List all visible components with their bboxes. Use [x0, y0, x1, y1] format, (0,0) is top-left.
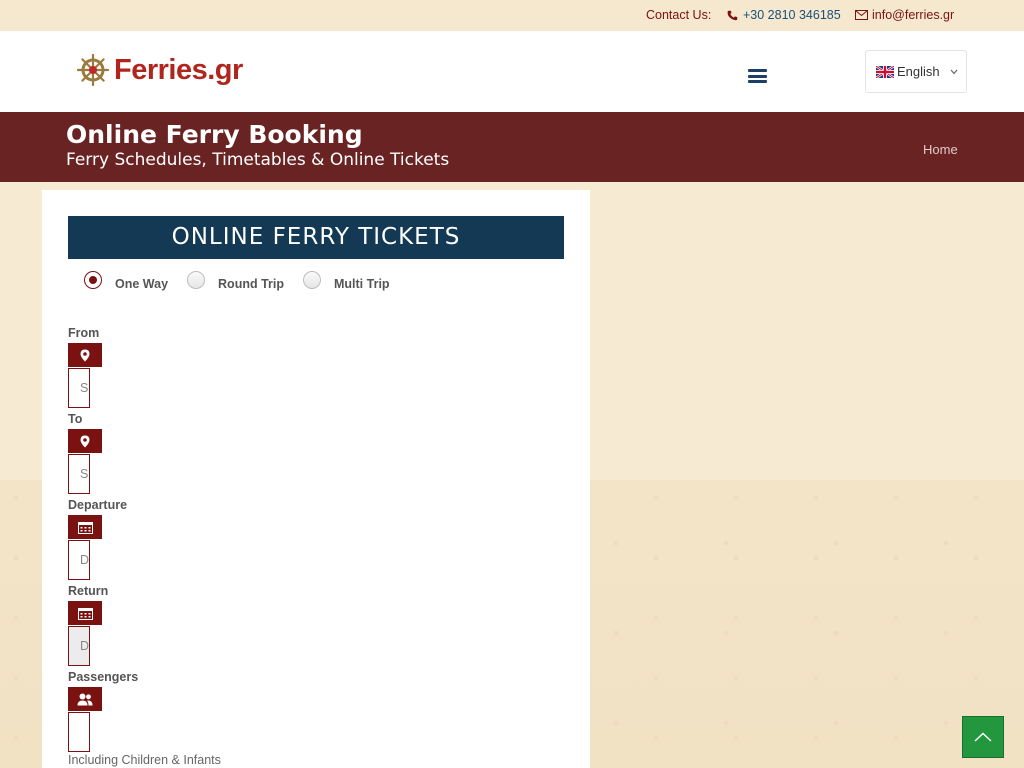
radio-multi-trip[interactable]: Multi Trip — [303, 271, 390, 291]
site-header: Ferries.gr English — [0, 31, 1024, 112]
language-selector[interactable]: English — [865, 50, 967, 93]
radio-round-trip[interactable]: Round Trip — [187, 271, 284, 291]
map-marker-icon — [80, 349, 90, 361]
ship-wheel-icon — [76, 53, 110, 87]
booking-heading: ONLINE FERRY TICKETS — [68, 216, 564, 259]
passengers-input[interactable] — [68, 712, 90, 752]
top-contact-bar: Contact Us: +30 2810 346185 info@ferries… — [0, 0, 1024, 31]
contact-label: Contact Us: — [646, 8, 712, 22]
page-subtitle: Ferry Schedules, Timetables & Online Tic… — [66, 150, 450, 170]
chevron-down-icon — [950, 69, 958, 74]
site-logo[interactable]: Ferries.gr — [76, 53, 243, 87]
phone-link[interactable]: +30 2810 346185 — [727, 8, 841, 22]
breadcrumb-home[interactable]: Home — [923, 142, 958, 157]
to-marker-button[interactable] — [68, 429, 102, 453]
phone-icon — [727, 10, 738, 20]
radio-button[interactable] — [303, 271, 321, 289]
email-address: info@ferries.gr — [872, 8, 955, 22]
return-calendar-button[interactable] — [68, 601, 102, 625]
back-to-top-button[interactable] — [962, 716, 1004, 758]
page-title: Online Ferry Booking — [66, 120, 363, 149]
from-label: From — [68, 326, 100, 340]
hamburger-menu-icon[interactable] — [748, 69, 767, 83]
passengers-button[interactable] — [68, 687, 102, 711]
radio-button[interactable] — [84, 271, 102, 289]
booking-panel: ONLINE FERRY TICKETS One Way Round Trip … — [42, 190, 590, 768]
passengers-label: Passengers — [68, 670, 139, 684]
radio-label: One Way — [115, 277, 169, 291]
calendar-icon — [77, 607, 93, 620]
email-link[interactable]: info@ferries.gr — [855, 8, 954, 22]
to-input[interactable]: S — [68, 454, 90, 494]
from-marker-button[interactable] — [68, 343, 102, 367]
radio-label: Multi Trip — [334, 277, 390, 291]
radio-button[interactable] — [187, 271, 206, 289]
page-banner: Online Ferry Booking Ferry Schedules, Ti… — [0, 112, 1024, 182]
chevron-up-icon — [974, 732, 992, 742]
from-input[interactable]: S — [68, 368, 90, 408]
envelope-icon — [855, 10, 868, 20]
departure-label: Departure — [68, 498, 128, 512]
uk-flag-icon — [876, 65, 894, 78]
departure-calendar-button[interactable] — [68, 515, 102, 539]
passengers-note: Including Children & Infants — [68, 753, 221, 767]
trip-type-group: One Way Round Trip Multi Trip — [84, 271, 409, 291]
to-label: To — [68, 412, 83, 426]
calendar-icon — [77, 521, 93, 534]
users-icon — [77, 693, 93, 705]
phone-number: +30 2810 346185 — [743, 8, 841, 22]
radio-one-way[interactable]: One Way — [84, 271, 169, 291]
map-marker-icon — [80, 435, 90, 447]
return-label: Return — [68, 584, 109, 598]
logo-text: Ferries.gr — [114, 53, 243, 86]
return-input[interactable]: D — [68, 626, 90, 666]
departure-input[interactable]: D — [68, 540, 90, 580]
language-label: English — [897, 64, 940, 79]
radio-label: Round Trip — [218, 277, 284, 291]
